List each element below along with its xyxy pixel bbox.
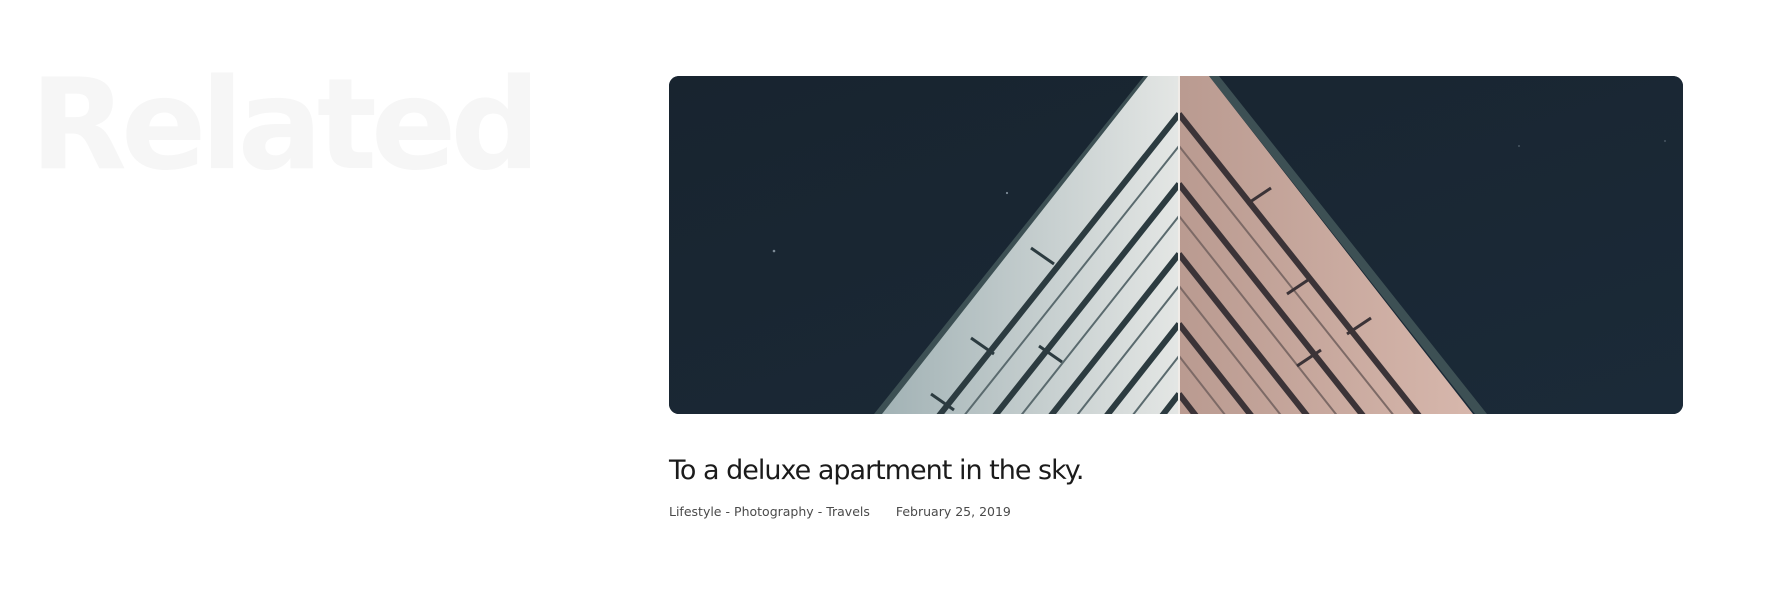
category-link-lifestyle[interactable]: Lifestyle — [669, 504, 722, 519]
building-photo — [669, 76, 1683, 414]
post-thumbnail[interactable] — [669, 76, 1683, 414]
related-posts-section: Related To a deluxe apartment in the sky… — [0, 0, 1782, 613]
post-title[interactable]: To a deluxe apartment in the sky. — [669, 456, 1683, 486]
category-link-travels[interactable]: Travels — [826, 504, 870, 519]
post-categories: Lifestyle - Photography - Travels — [669, 504, 874, 519]
category-separator: - — [725, 503, 731, 519]
post-date: February 25, 2019 — [895, 503, 1011, 519]
related-post-card: To a deluxe apartment in the sky. Lifest… — [669, 76, 1683, 519]
post-meta: Lifestyle - Photography - Travels February 2… — [669, 504, 1683, 519]
category-separator: - — [817, 503, 823, 519]
category-link-photography[interactable]: Photography — [734, 504, 814, 519]
section-heading: Related — [30, 51, 541, 198]
